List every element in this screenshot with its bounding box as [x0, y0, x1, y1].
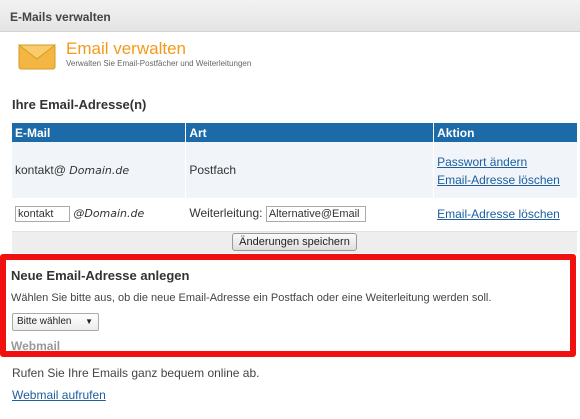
new-address-section: Neue Email-Adresse anlegen Wählen Sie bi… — [0, 254, 576, 357]
webmail-description: Rufen Sie Ihre Emails ganz bequem online… — [12, 366, 260, 380]
change-password-link[interactable]: Passwort ändern — [437, 155, 527, 169]
table-header-row: E-Mail Art Aktion — [12, 123, 578, 142]
forward-type-label: Weiterleitung: — [189, 206, 263, 221]
open-webmail-link[interactable]: Webmail aufrufen — [12, 388, 106, 402]
panel-header: E-Mails verwalten — [0, 0, 580, 32]
mailbox-actions: Passwort ändern Email-Adresse löschen — [433, 142, 578, 198]
page-title: Email verwalten — [66, 39, 186, 58]
mailbox-address-cell: kontakt@ Domain.de — [12, 142, 187, 198]
forward-address-cell: kontakt @Domain.de — [12, 198, 187, 232]
delete-forward-link[interactable]: Email-Adresse löschen — [437, 207, 560, 221]
forward-target-input[interactable]: Alternative@Email — [265, 206, 366, 223]
column-header-email: E-Mail — [12, 123, 187, 142]
table-row: kontakt@ Domain.de Postfach Passwort änd… — [12, 142, 578, 198]
email-address-table: E-Mail Art Aktion kontakt@ Domain.de Pos… — [12, 123, 578, 253]
new-address-heading: Neue Email-Adresse anlegen — [11, 268, 190, 283]
delete-mailbox-link[interactable]: Email-Adresse löschen — [437, 173, 560, 187]
forward-actions: Email-Adresse löschen — [433, 198, 578, 232]
select-value: Bitte wählen — [17, 316, 72, 327]
forward-domain: @Domain.de — [73, 207, 145, 221]
addresses-heading: Ihre Email-Adresse(n) — [12, 97, 147, 112]
mailbox-domain: Domain.de — [69, 164, 130, 177]
panel-title: E-Mails verwalten — [10, 10, 111, 24]
webmail-heading-partial: Webmail — [11, 339, 61, 353]
save-cell: Änderungen speichern — [12, 231, 578, 253]
table-footer-row: Änderungen speichern — [12, 231, 578, 253]
envelope-icon — [18, 44, 56, 70]
column-header-type: Art — [185, 123, 435, 142]
mailbox-type: Postfach — [185, 142, 435, 198]
column-header-action: Aktion — [433, 123, 578, 142]
chevron-down-icon: ▼ — [85, 317, 93, 326]
table-row: kontakt @Domain.de Weiterleitung: Altern… — [12, 198, 578, 232]
save-changes-button[interactable]: Änderungen speichern — [232, 233, 357, 252]
forward-local-input[interactable]: kontakt — [15, 206, 70, 223]
page-subtitle: Verwalten Sie Email-Postfächer und Weite… — [66, 59, 252, 68]
address-type-select[interactable]: Bitte wählen ▼ — [12, 313, 99, 331]
new-address-description: Wählen Sie bitte aus, ob die neue Email-… — [11, 292, 492, 304]
mailbox-local-part: kontakt@ — [15, 163, 66, 177]
forward-type-cell: Weiterleitung: Alternative@Email — [185, 198, 435, 232]
